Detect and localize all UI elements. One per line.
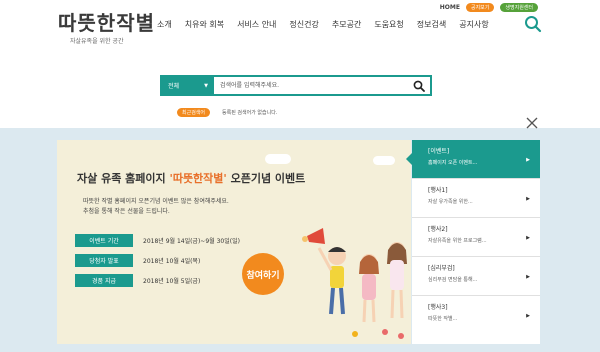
- search-input[interactable]: [214, 77, 408, 94]
- close-icon[interactable]: [526, 114, 538, 129]
- nav-item-help[interactable]: 도움요청: [374, 19, 403, 30]
- event-period-row: 이벤트 기간 2018년 9월 14일(금)~9월 30일(일): [75, 234, 240, 247]
- cloud-decoration: [373, 156, 395, 165]
- nav-item-about[interactable]: 소개: [157, 19, 172, 30]
- search-icon: [413, 80, 425, 92]
- event-category: [행사3]: [428, 304, 448, 311]
- recent-search-badge: 최근검색어: [177, 108, 211, 117]
- list-item[interactable]: [행사1] 자살 유가족을 위한... ▶: [412, 179, 540, 218]
- event-category: [행사1]: [428, 187, 448, 194]
- recent-search-row: 최근검색어 등록된 검색어가 없습니다.: [177, 108, 277, 117]
- arrow-right-icon: ▶: [526, 235, 530, 241]
- chevron-down-icon: ▼: [204, 82, 208, 89]
- kids-illustration: [302, 228, 407, 339]
- event-list: [이벤트] 홈페이지 오픈 이벤트... ▶ [행사1] 자살 유가족을 위한.…: [406, 140, 540, 344]
- site-logo[interactable]: 따뜻한작별 자살유족을 위한 공간: [58, 12, 155, 45]
- search-submit-button[interactable]: [408, 77, 430, 94]
- nav-item-services[interactable]: 서비스 안내: [237, 19, 276, 30]
- event-period-value: 2018년 9월 14일(금)~9월 30일(일): [143, 238, 240, 245]
- prize-delivery-label: 경품 지급: [75, 274, 133, 287]
- nav-item-healing[interactable]: 치유와 회복: [185, 19, 224, 30]
- search-category-label: 전체: [168, 83, 180, 90]
- cloud-decoration: [265, 154, 291, 164]
- banner-description: 따뜻한 작별 홈페이지 오픈기념 이벤트 많은 참여해주세요. 추첨을 통해 작…: [83, 197, 283, 217]
- list-item[interactable]: [이벤트] 홈페이지 오픈 이벤트... ▶: [406, 140, 540, 179]
- banner-title-highlight: '따뜻한작별': [169, 172, 227, 185]
- search-icon[interactable]: [524, 15, 542, 33]
- banner-title: 자살 유족 홈페이지 '따뜻한작별' 오픈기념 이벤트: [77, 170, 305, 186]
- nav-item-mental-health[interactable]: 정신건강: [289, 19, 318, 30]
- logo-subtitle: 자살유족을 위한 공간: [70, 38, 124, 45]
- prize-delivery-value: 2018년 10월 5일(금): [143, 278, 201, 285]
- arrow-right-icon: ▶: [526, 274, 530, 280]
- event-category: [행사2]: [428, 226, 448, 233]
- event-category: [심리부검]: [428, 265, 455, 272]
- banner-title-prefix: 자살 유족 홈페이지: [77, 172, 170, 185]
- event-info-list: 이벤트 기간 2018년 9월 14일(금)~9월 30일(일) 당첨자 발표 …: [75, 234, 240, 294]
- winner-announce-label: 당첨자 발표: [75, 254, 133, 267]
- prize-delivery-row: 경품 지급 2018년 10월 5일(금): [75, 274, 240, 287]
- event-banner: 자살 유족 홈페이지 '따뜻한작별' 오픈기념 이벤트 따뜻한 작별 홈페이지 …: [57, 140, 411, 344]
- nav-item-notice[interactable]: 공지사항: [459, 19, 488, 30]
- winner-announce-row: 당첨자 발표 2018년 10월 4일(목): [75, 254, 240, 267]
- recent-search-empty-text: 등록된 검색어가 없습니다.: [222, 110, 278, 116]
- top-utility-links: HOME 공지보기 생명지원센터: [440, 3, 538, 12]
- event-title: 자살유족을 위한 프로그램...: [428, 238, 487, 244]
- list-item[interactable]: [심리부검] 심리부검 면담을 통해... ▶: [412, 257, 540, 296]
- logo-title: 따뜻한작별: [58, 11, 155, 35]
- banner-title-suffix: 오픈기념 이벤트: [226, 172, 306, 185]
- banner-description-line: 추첨을 통해 작은 선물을 드립니다.: [83, 208, 170, 215]
- center-pill-button[interactable]: 생명지원센터: [500, 3, 538, 12]
- event-category: [이벤트]: [428, 148, 450, 155]
- event-title: 심리부검 면담을 통해...: [428, 277, 478, 283]
- arrow-right-icon: ▶: [526, 196, 530, 202]
- winner-announce-value: 2018년 10월 4일(목): [143, 258, 201, 265]
- event-title: 자살 유가족을 위한...: [428, 199, 473, 205]
- list-item[interactable]: [행사3] 따뜻한 작별... ▶: [412, 296, 540, 335]
- join-event-button[interactable]: 참여하기: [242, 253, 284, 295]
- notice-pill-button[interactable]: 공지보기: [465, 3, 495, 12]
- banner-description-line: 따뜻한 작별 홈페이지 오픈기념 이벤트 많은 참여해주세요.: [83, 198, 229, 205]
- list-item[interactable]: [행사2] 자살유족을 위한 프로그램... ▶: [412, 218, 540, 257]
- event-title: 따뜻한 작별...: [428, 316, 458, 322]
- arrow-right-icon: ▶: [526, 313, 530, 319]
- event-period-label: 이벤트 기간: [75, 234, 133, 247]
- arrow-right-icon: ▶: [526, 157, 530, 163]
- search-bar: 전체 ▼: [160, 75, 432, 96]
- nav-item-memorial[interactable]: 추모공간: [332, 19, 361, 30]
- home-link[interactable]: HOME: [440, 4, 460, 11]
- event-title: 홈페이지 오픈 이벤트...: [428, 160, 478, 166]
- nav-item-info-search[interactable]: 정보검색: [417, 19, 446, 30]
- main-navigation: 소개 치유와 회복 서비스 안내 정신건강 추모공간 도움요청 정보검색 공지사…: [157, 19, 489, 30]
- active-pointer: [406, 153, 412, 165]
- search-category-select[interactable]: 전체 ▼: [162, 77, 214, 94]
